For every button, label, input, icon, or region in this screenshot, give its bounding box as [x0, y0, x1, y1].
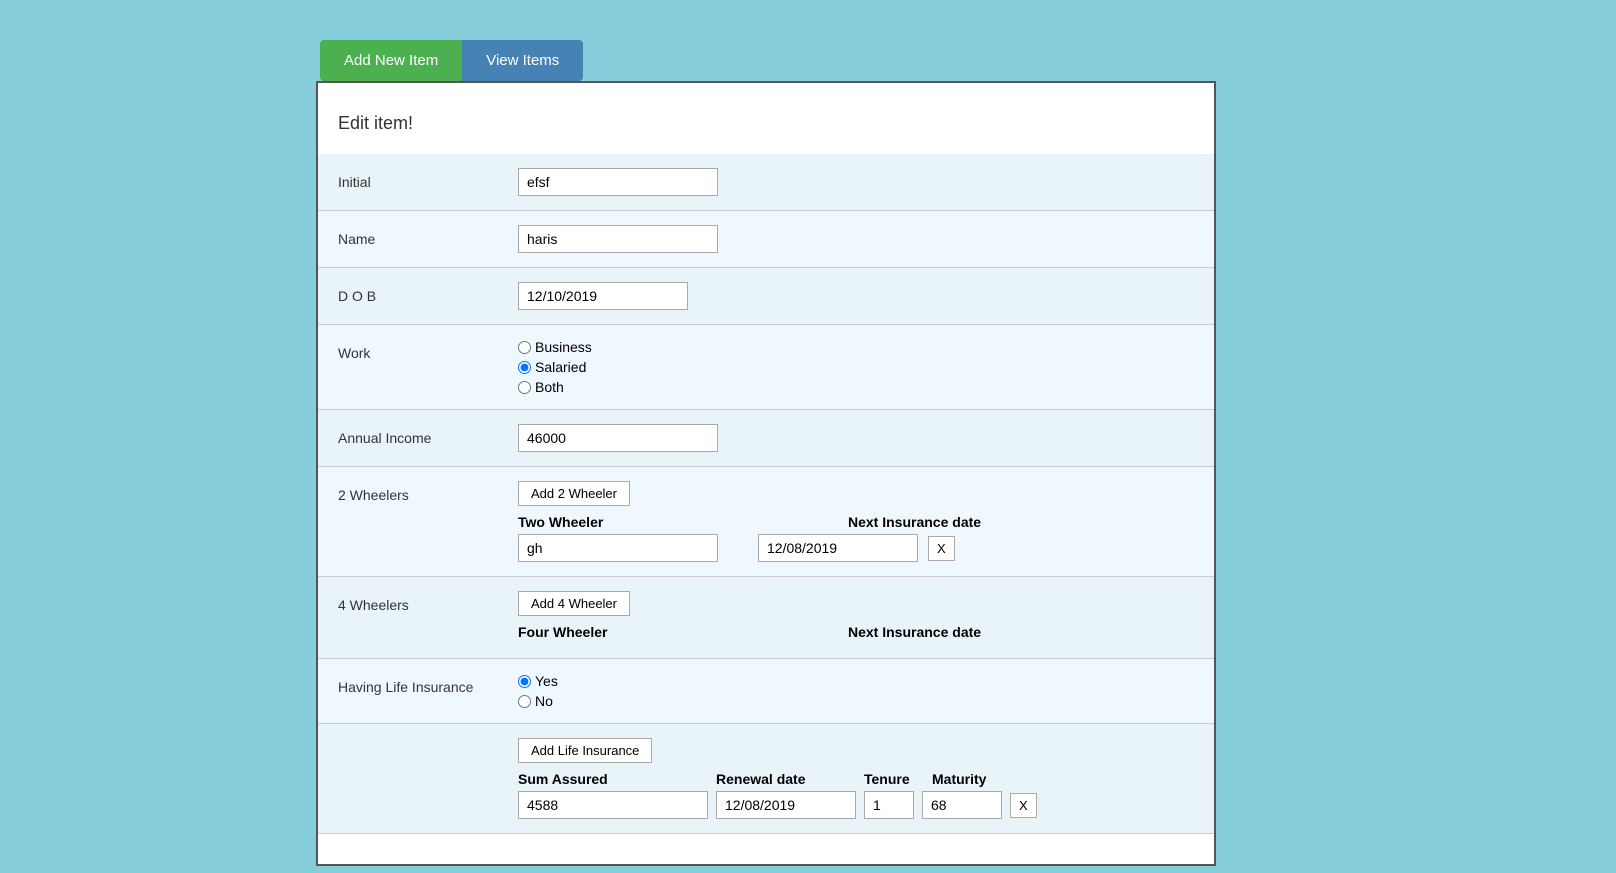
initial-row: Initial — [318, 154, 1214, 211]
sum-assured-col-header: Sum Assured — [518, 771, 708, 787]
having-life-insurance-label: Having Life Insurance — [338, 673, 518, 695]
work-label: Work — [338, 339, 518, 361]
work-content: Business Salaried Both — [518, 339, 1194, 395]
two-wheeler-col-header: Two Wheeler — [518, 514, 718, 530]
life-insurance-item-row: X — [518, 791, 1194, 819]
two-wheeler-item-row: X — [518, 534, 1194, 562]
work-radio-group: Business Salaried Both — [518, 339, 1194, 395]
life-insurance-header: Sum Assured Renewal date Tenure Maturity — [518, 771, 1194, 787]
add-new-item-button[interactable]: Add New Item — [320, 40, 462, 81]
name-label: Name — [338, 225, 518, 247]
life-insurance-remove-button[interactable]: X — [1010, 793, 1037, 818]
life-insurance-yes-option[interactable]: Yes — [518, 673, 1194, 689]
life-insurance-no-radio[interactable] — [518, 695, 531, 708]
two-wheelers-row: 2 Wheelers Add 2 Wheeler Two Wheeler Nex… — [318, 467, 1214, 577]
name-content — [518, 225, 1194, 253]
annual-income-content — [518, 424, 1194, 452]
two-wheeler-header: Two Wheeler Next Insurance date — [518, 514, 1194, 530]
initial-label: Initial — [338, 168, 518, 190]
initial-input[interactable] — [518, 168, 718, 196]
two-wheeler-remove-button[interactable]: X — [928, 536, 955, 561]
life-insurance-no-label: No — [535, 693, 553, 709]
four-wheelers-row: 4 Wheelers Add 4 Wheeler Four Wheeler Ne… — [318, 577, 1214, 659]
annual-income-row: Annual Income — [318, 410, 1214, 467]
top-bar: Add New Item View Items — [320, 40, 1616, 81]
work-row: Work Business Salaried Both — [318, 325, 1214, 410]
maturity-input[interactable] — [922, 791, 1002, 819]
work-both-label: Both — [535, 379, 564, 395]
annual-income-label: Annual Income — [338, 424, 518, 446]
work-business-radio[interactable] — [518, 341, 531, 354]
work-business-option[interactable]: Business — [518, 339, 1194, 355]
work-both-radio[interactable] — [518, 381, 531, 394]
maturity-col-header: Maturity — [932, 771, 1012, 787]
life-insurance-radio-group: Yes No — [518, 673, 1194, 709]
view-items-button[interactable]: View Items — [462, 40, 583, 81]
add-four-wheeler-button[interactable]: Add 4 Wheeler — [518, 591, 630, 616]
life-insurance-items-label — [338, 738, 518, 744]
work-both-option[interactable]: Both — [518, 379, 1194, 395]
life-insurance-no-option[interactable]: No — [518, 693, 1194, 709]
dob-label: D O B — [338, 282, 518, 304]
two-wheeler-date-input[interactable] — [758, 534, 918, 562]
life-insurance-yes-radio[interactable] — [518, 675, 531, 688]
four-wheelers-label: 4 Wheelers — [338, 591, 518, 613]
four-wheelers-content: Add 4 Wheeler Four Wheeler Next Insuranc… — [518, 591, 1194, 644]
two-wheeler-name-input[interactable] — [518, 534, 718, 562]
initial-content — [518, 168, 1194, 196]
name-row: Name — [318, 211, 1214, 268]
life-insurance-items-row: Add Life Insurance Sum Assured Renewal d… — [318, 724, 1214, 834]
dob-content — [518, 282, 1194, 310]
form-title: Edit item! — [318, 103, 1214, 154]
annual-income-input[interactable] — [518, 424, 718, 452]
work-business-label: Business — [535, 339, 592, 355]
tenure-col-header: Tenure — [864, 771, 924, 787]
tenure-input[interactable] — [864, 791, 914, 819]
add-life-insurance-button[interactable]: Add Life Insurance — [518, 738, 652, 763]
sum-assured-input[interactable] — [518, 791, 708, 819]
add-two-wheeler-button[interactable]: Add 2 Wheeler — [518, 481, 630, 506]
name-input[interactable] — [518, 225, 718, 253]
dob-input[interactable] — [518, 282, 688, 310]
four-wheeler-date-col-header: Next Insurance date — [848, 624, 981, 640]
having-life-insurance-row: Having Life Insurance Yes No — [318, 659, 1214, 724]
life-insurance-items-content: Add Life Insurance Sum Assured Renewal d… — [518, 738, 1194, 819]
work-salaried-radio[interactable] — [518, 361, 531, 374]
edit-item-form: Edit item! Initial Name D O B Work Busin… — [316, 81, 1216, 866]
life-insurance-yes-label: Yes — [535, 673, 558, 689]
two-wheeler-date-col-header: Next Insurance date — [848, 514, 981, 530]
work-salaried-label: Salaried — [535, 359, 586, 375]
renewal-date-input[interactable] — [716, 791, 856, 819]
two-wheelers-label: 2 Wheelers — [338, 481, 518, 503]
work-salaried-option[interactable]: Salaried — [518, 359, 1194, 375]
two-wheelers-content: Add 2 Wheeler Two Wheeler Next Insurance… — [518, 481, 1194, 562]
dob-row: D O B — [318, 268, 1214, 325]
four-wheeler-header: Four Wheeler Next Insurance date — [518, 624, 1194, 640]
four-wheeler-col-header: Four Wheeler — [518, 624, 718, 640]
having-life-insurance-content: Yes No — [518, 673, 1194, 709]
renewal-date-col-header: Renewal date — [716, 771, 856, 787]
